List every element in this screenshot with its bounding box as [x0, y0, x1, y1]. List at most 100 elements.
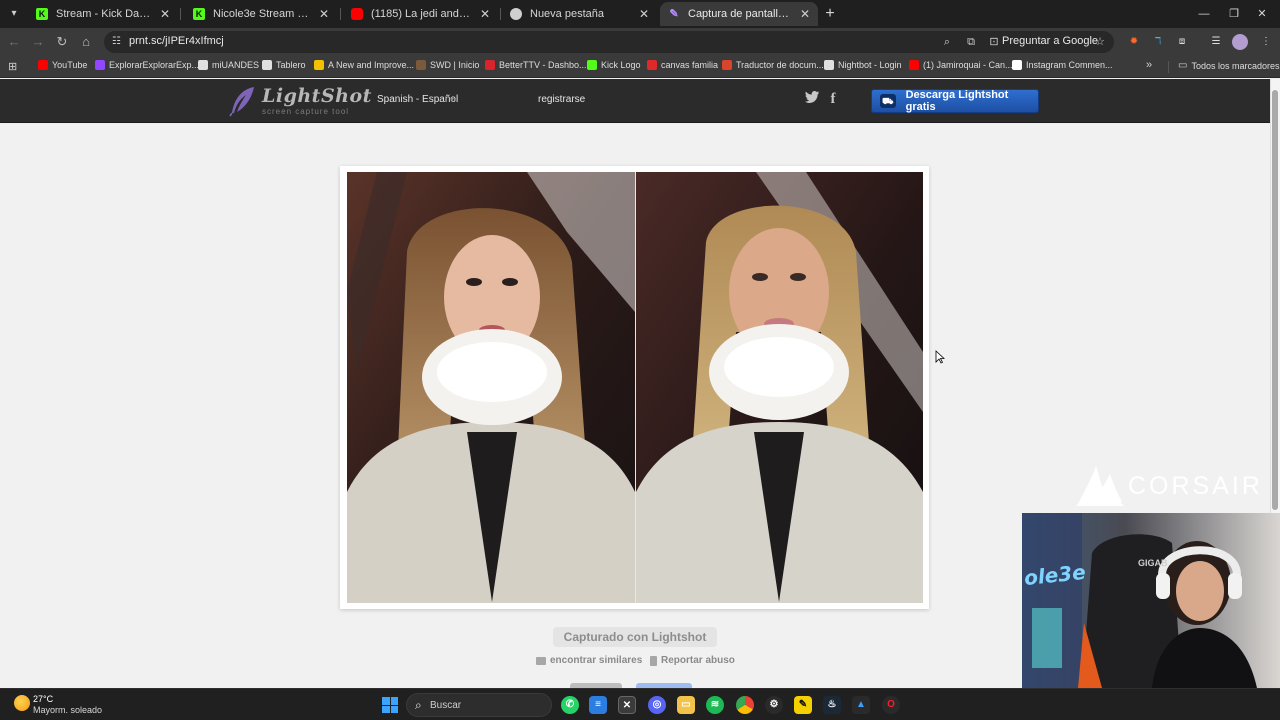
lightshot-icon: ✎: [669, 8, 679, 20]
tab-separator: [340, 8, 341, 20]
all-bookmarks-button[interactable]: ▭ Todos los marcadores: [1178, 60, 1280, 71]
close-icon[interactable]: ✕: [800, 7, 810, 21]
reload-icon[interactable]: ↻: [52, 32, 72, 52]
opera-icon[interactable]: O: [882, 696, 900, 714]
tab-title: Captura de pantalla por Lightsh: [688, 8, 792, 20]
back-icon[interactable]: ←: [4, 32, 24, 52]
lightshot-logo-text[interactable]: LightShot: [262, 85, 372, 107]
tab-search-icon[interactable]: ▾: [4, 4, 24, 24]
chrome-icon: [510, 8, 522, 20]
bookmark-item[interactable]: BetterTTV - Dashbo...: [485, 60, 587, 70]
bookmark-item[interactable]: Nightbot - Login: [824, 60, 902, 70]
bookmark-item[interactable]: Traductor de docum...: [722, 60, 824, 70]
find-similar-link[interactable]: encontrar similares: [536, 655, 642, 666]
windows-taskbar: 27°C Mayorm. soleado ⌕ Buscar ✆ ≡ ✕ ◎ ▭ …: [0, 688, 1280, 720]
bookmark-item[interactable]: SWD | Inicio: [416, 60, 479, 70]
bookmark-favicon-icon: [95, 60, 105, 70]
restore-icon[interactable]: ❐: [1226, 6, 1242, 22]
home-icon[interactable]: ⌂: [76, 32, 96, 52]
bookmark-favicon-icon: [1012, 60, 1022, 70]
profile-avatar-icon[interactable]: [1232, 34, 1248, 50]
tab-youtube[interactable]: (1185) La jedi andina - YouTube ✕: [343, 2, 498, 26]
bookmark-favicon-icon: [198, 60, 208, 70]
bookmark-item[interactable]: YouTube: [38, 60, 87, 70]
tab-title: Stream - Kick Dashboard: [56, 8, 152, 20]
bookmark-item[interactable]: canvas familia: [647, 60, 718, 70]
flag-icon: [650, 655, 657, 666]
weather-temperature[interactable]: 27°C: [33, 694, 53, 704]
extension-fire-icon[interactable]: ✹: [1126, 34, 1142, 50]
report-abuse-link[interactable]: Reportar abuso: [650, 655, 735, 666]
weather-description[interactable]: Mayorm. soleado: [33, 705, 102, 715]
chrome-menu-icon[interactable]: ⋮: [1258, 34, 1274, 50]
facebook-icon[interactable]: f: [825, 91, 841, 107]
site-info-icon[interactable]: ☷: [112, 35, 126, 49]
download-lightshot-button[interactable]: ⛟ Descarga Lightshot gratis: [871, 89, 1039, 113]
taskbar-search[interactable]: ⌕ Buscar: [406, 693, 552, 717]
close-icon[interactable]: ✕: [319, 7, 329, 21]
download-label: Descarga Lightshot gratis: [905, 89, 1009, 113]
bookmark-item[interactable]: miUANDES: [198, 60, 259, 70]
tab-nicole3e-stream[interactable]: K Nicole3e Stream - Watch Live o ✕: [185, 2, 337, 26]
close-icon[interactable]: ✕: [480, 7, 490, 21]
discord-icon[interactable]: ◎: [648, 696, 666, 714]
settings-gear-icon[interactable]: ⚙: [765, 696, 783, 714]
bookmark-favicon-icon: [314, 60, 324, 70]
report-abuse-label: Reportar abuso: [661, 655, 735, 666]
bookmark-item[interactable]: (1) Jamiroquai - Can...: [909, 60, 1013, 70]
bookmark-label: BetterTTV - Dashbo...: [499, 60, 587, 70]
chrome-taskbar-icon[interactable]: [736, 696, 754, 714]
apps-grid-icon[interactable]: ⊞: [8, 60, 17, 73]
whatsapp-icon[interactable]: ✆: [561, 696, 579, 714]
bookmark-item[interactable]: ExplorarExplorarExp...: [95, 60, 199, 70]
scrollbar-thumb[interactable]: [1272, 90, 1278, 510]
steam-icon[interactable]: ♨: [823, 696, 841, 714]
google-lens-icon[interactable]: ⊡: [987, 35, 1001, 49]
bookmark-favicon-icon: [262, 60, 272, 70]
reading-list-icon[interactable]: ☰: [1208, 34, 1224, 50]
notepad-icon[interactable]: ≡: [589, 696, 607, 714]
bookmark-star-icon[interactable]: ☆: [1093, 35, 1107, 49]
register-link[interactable]: registrarse: [538, 94, 585, 105]
file-explorer-icon[interactable]: ▭: [677, 696, 695, 714]
close-icon[interactable]: ✕: [639, 7, 649, 21]
minimize-icon[interactable]: —: [1196, 6, 1212, 22]
bookmark-item[interactable]: Tablero: [262, 60, 306, 70]
extensions-puzzle-icon[interactable]: ⧈: [1174, 34, 1190, 50]
zoom-icon[interactable]: ⌕: [940, 35, 954, 49]
arc-icon[interactable]: ▲: [852, 696, 870, 714]
bookmark-item[interactable]: A New and Improve...: [314, 60, 414, 70]
kick-icon: K: [193, 8, 205, 20]
extension-translate-icon[interactable]: ℸ: [1150, 34, 1166, 50]
corsair-logo-text: CORSAIR: [1128, 472, 1263, 500]
screenshot-image-right[interactable]: [636, 172, 923, 603]
tab-new-tab[interactable]: Nueva pestaña ✕: [502, 2, 657, 26]
weather-sun-icon[interactable]: [14, 695, 30, 711]
bookmark-favicon-icon: [587, 60, 597, 70]
browser-toolbar: ← → ↻ ⌂ ☷ prnt.sc/jIPEr4xIfmcj ⌕ ⧉ ⊡ Pre…: [0, 28, 1280, 56]
ask-google-button[interactable]: Preguntar a Google: [1002, 35, 1098, 47]
spotify-icon[interactable]: ≋: [706, 696, 724, 714]
new-tab-button[interactable]: +: [822, 4, 838, 24]
close-icon[interactable]: ✕: [160, 7, 170, 21]
url-text[interactable]: prnt.sc/jIPEr4xIfmcj: [129, 35, 224, 47]
cast-icon[interactable]: ⧉: [964, 35, 978, 49]
tab-kick-dashboard[interactable]: K Stream - Kick Dashboard ✕: [28, 2, 178, 26]
camera-icon: [536, 656, 546, 665]
bookmark-item[interactable]: Kick Logo: [587, 60, 641, 70]
tab-title: (1185) La jedi andina - YouTube: [371, 8, 472, 20]
twitter-icon[interactable]: [804, 91, 820, 107]
more-bookmarks-icon[interactable]: »: [1146, 59, 1152, 71]
window-close-icon[interactable]: ✕: [1254, 6, 1270, 22]
sticky-notes-icon[interactable]: ✎: [794, 696, 812, 714]
lightshot-feather-icon[interactable]: [228, 85, 256, 117]
excel-icon[interactable]: ✕: [618, 696, 636, 714]
screenshot-image-left[interactable]: [347, 172, 635, 603]
forward-icon[interactable]: →: [28, 32, 48, 52]
windows-start-icon[interactable]: [382, 697, 398, 713]
tab-separator: [180, 8, 181, 20]
address-bar[interactable]: ☷ prnt.sc/jIPEr4xIfmcj ⌕ ⧉ ⊡ Preguntar a…: [104, 31, 1114, 53]
language-selector[interactable]: Spanish - Español: [377, 94, 458, 105]
tab-lightshot[interactable]: ✎ Captura de pantalla por Lightsh ✕: [660, 2, 818, 26]
bookmark-item[interactable]: Instagram Commen...: [1012, 60, 1113, 70]
